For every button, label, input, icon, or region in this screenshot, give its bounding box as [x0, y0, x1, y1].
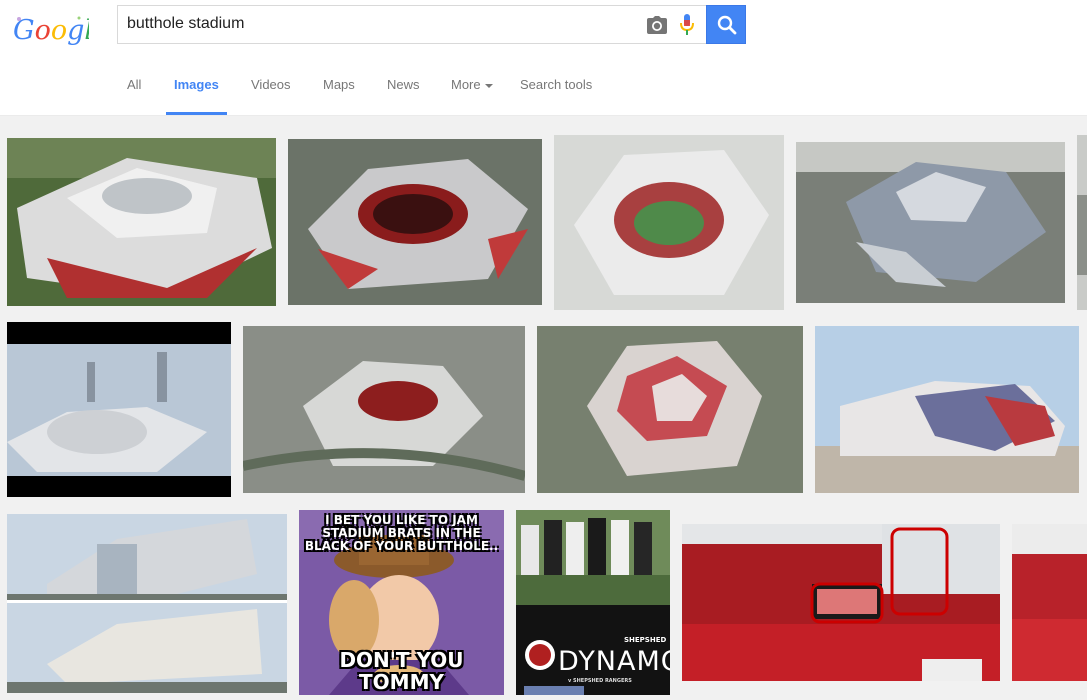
active-tab-indicator	[166, 112, 227, 115]
search-button[interactable]	[706, 5, 746, 44]
image-result[interactable]	[537, 326, 803, 493]
image-result[interactable]	[7, 322, 231, 497]
tab-videos[interactable]: Videos	[251, 77, 291, 92]
tab-more[interactable]: More	[451, 77, 493, 92]
google-logo[interactable]: Google	[13, 9, 109, 49]
image-result[interactable]	[7, 138, 276, 306]
image-result[interactable]	[554, 135, 784, 310]
tab-news[interactable]: News	[387, 77, 420, 92]
poster-caption: v SHEPSHED RANGERS	[568, 678, 632, 684]
image-result[interactable]	[1077, 135, 1087, 310]
tab-all[interactable]: All	[127, 77, 141, 92]
tab-images[interactable]: Images	[174, 77, 219, 92]
search-tabs: All Images Videos Maps News More Search …	[0, 56, 1087, 116]
image-result[interactable]	[288, 139, 542, 305]
image-result[interactable]	[7, 514, 287, 693]
poster-subtitle: SHEPSHED	[624, 636, 667, 644]
image-result[interactable]	[1012, 524, 1087, 681]
meme-bottom-text: DON'T YOU TOMMY	[339, 648, 464, 694]
tab-maps[interactable]: Maps	[323, 77, 355, 92]
image-result[interactable]	[682, 524, 1000, 681]
svg-text:Google: Google	[13, 15, 89, 46]
meme-image[interactable]: I BET YOU LIKE TO JAM STADIUM BRATS IN T…	[299, 510, 504, 695]
header-bar: Google	[0, 0, 1087, 56]
microphone-icon[interactable]	[679, 13, 695, 37]
magnifier-icon	[717, 15, 737, 35]
image-result[interactable]	[243, 326, 525, 493]
search-box	[117, 5, 706, 44]
search-input[interactable]	[127, 12, 637, 36]
tab-more-label: More	[451, 77, 481, 92]
image-result[interactable]	[815, 326, 1079, 493]
image-result[interactable]	[796, 142, 1065, 303]
chevron-down-icon	[484, 83, 493, 88]
camera-icon[interactable]	[646, 15, 668, 35]
meme-top-text: I BET YOU LIKE TO JAM STADIUM BRATS IN T…	[304, 513, 499, 554]
poster-image[interactable]: SHEPSHED DYNAMO v SHEPSHED RANGERS	[516, 510, 670, 695]
poster-title: DYNAMO	[558, 646, 670, 677]
search-tools-button[interactable]: Search tools	[520, 77, 592, 92]
